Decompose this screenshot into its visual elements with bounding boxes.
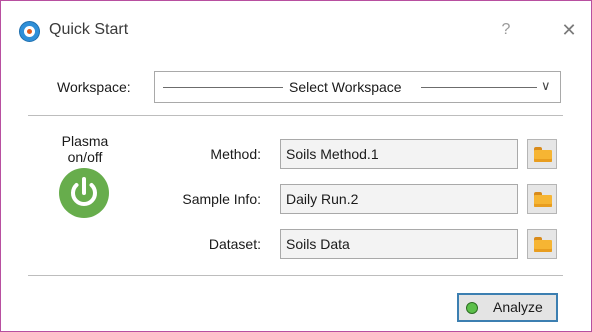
plasma-power-button[interactable] [59, 168, 109, 218]
plasma-label: Plasma on/off [61, 133, 109, 165]
analyze-button[interactable]: Analyze [457, 293, 558, 322]
window-title: Quick Start [49, 21, 129, 38]
sample-info-label: Sample Info: [182, 191, 261, 207]
browse-sample-info-button[interactable] [527, 184, 557, 214]
status-indicator-icon [466, 302, 478, 314]
dash-divider-left [163, 87, 283, 88]
separator-bottom [28, 275, 563, 276]
folder-icon [534, 237, 552, 252]
title-bar: Quick Start ? ✕ [1, 1, 591, 59]
analyze-label: Analyze [493, 299, 543, 315]
help-button[interactable]: ? [495, 19, 517, 41]
close-button[interactable]: ✕ [557, 19, 581, 41]
dataset-label: Dataset: [208, 236, 261, 252]
separator-top [28, 115, 563, 116]
dash-divider-right [421, 87, 537, 88]
browse-method-button[interactable] [527, 139, 557, 169]
dataset-field[interactable] [280, 229, 518, 259]
app-logo-icon [19, 21, 40, 42]
workspace-dropdown[interactable]: Select Workspace ∨ [154, 71, 561, 103]
sample-info-field[interactable] [280, 184, 518, 214]
chevron-down-icon: ∨ [541, 78, 551, 93]
quick-start-dialog: Quick Start ? ✕ Workspace: Select Worksp… [0, 0, 592, 332]
workspace-selected-value: Select Workspace [289, 79, 402, 95]
method-label: Method: [210, 146, 261, 162]
folder-icon [534, 147, 552, 162]
workspace-label: Workspace: [57, 79, 131, 95]
browse-dataset-button[interactable] [527, 229, 557, 259]
folder-icon [534, 192, 552, 207]
method-field[interactable] [280, 139, 518, 169]
power-icon [71, 177, 97, 207]
